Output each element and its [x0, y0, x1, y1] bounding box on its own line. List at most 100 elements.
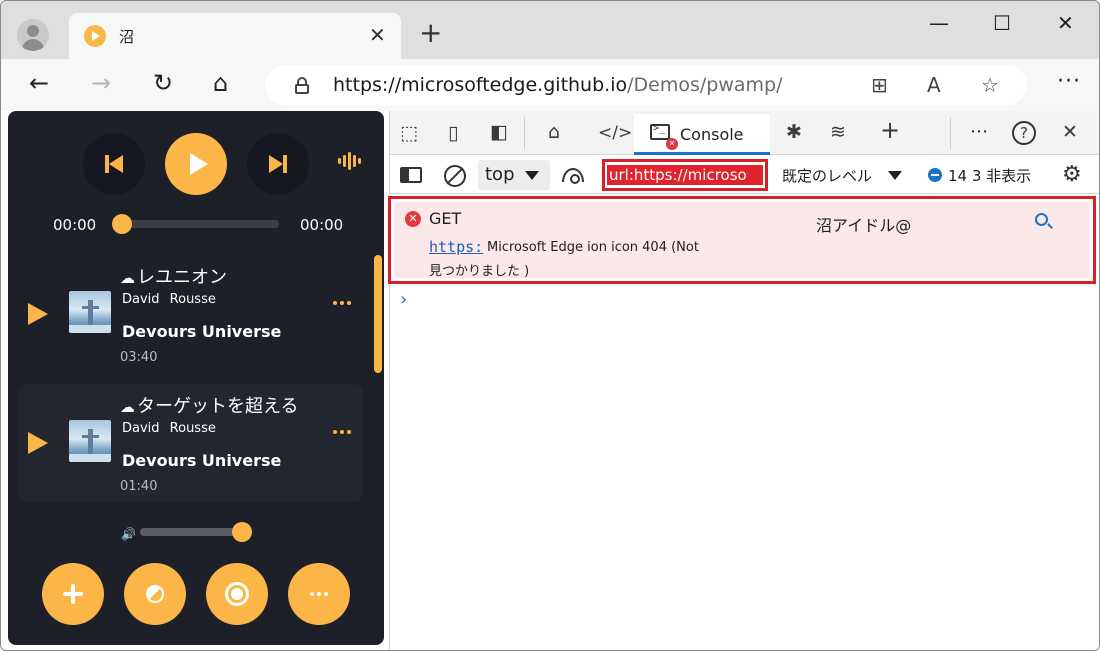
song-artist: David Rousse — [122, 421, 216, 436]
playlist-scrollbar[interactable] — [374, 255, 382, 373]
play-button[interactable] — [165, 133, 227, 195]
issue-counts[interactable]: 14 3 非表示 — [948, 165, 1031, 186]
tab-title: 沼 — [119, 28, 135, 46]
add-tool-icon[interactable]: + — [880, 118, 900, 142]
volume-icon: 🔊 — [121, 527, 136, 541]
contrast-icon — [146, 585, 164, 603]
address-bar[interactable]: https://microsoftedge.github.io/Demos/pw… — [265, 65, 1027, 105]
play-icon — [189, 153, 208, 175]
close-devtools-icon[interactable]: ✕ — [1062, 121, 1078, 143]
favorite-star-icon[interactable]: ☆ — [981, 73, 999, 97]
context-value: top — [485, 164, 515, 185]
more-dots-icon — [310, 592, 328, 596]
error-text-line1: Microsoft Edge ion icon 404 (Not — [487, 240, 699, 255]
previous-button[interactable] — [83, 133, 145, 195]
tab-console[interactable]: ✕ Console — [634, 114, 770, 155]
live-expression-eye-icon[interactable] — [562, 168, 584, 184]
network-wifi-icon[interactable]: ≋ — [830, 121, 846, 143]
device-emulation-icon[interactable]: ▯ — [448, 122, 458, 144]
url-path: /Demos/pwamp/ — [627, 74, 783, 96]
sources-bug-icon[interactable]: ✱ — [786, 121, 802, 143]
volume-slider[interactable] — [140, 528, 244, 536]
message-icon — [928, 168, 942, 182]
next-button[interactable] — [247, 133, 309, 195]
lock-icon[interactable] — [295, 77, 309, 94]
add-songs-button[interactable] — [42, 563, 104, 625]
song-artist: David Rousse — [122, 292, 216, 307]
song-item[interactable]: ☁ レユニオン David Rousse Devours Universe 03:… — [18, 255, 363, 373]
context-selector[interactable]: top — [478, 160, 550, 190]
more-tools-icon[interactable]: ··· — [970, 121, 988, 143]
minimize-button[interactable]: — — [929, 11, 949, 35]
elements-icon[interactable]: </> — [598, 122, 632, 144]
console-settings-gear-icon[interactable]: ⚙ — [1062, 163, 1082, 187]
refresh-button[interactable]: ↻ — [153, 69, 173, 97]
page-content: 00:00 00:00 ☁ レユニオン David Rousse Devours … — [1, 111, 1099, 650]
home-button[interactable]: ⌂ — [213, 69, 228, 97]
console-prompt-icon[interactable]: › — [400, 289, 407, 310]
song-album: Devours Universe — [122, 322, 282, 341]
chevron-down-icon[interactable] — [888, 171, 902, 180]
welcome-home-icon[interactable]: ⌂ — [548, 121, 560, 143]
avatar-head — [27, 25, 39, 37]
help-icon[interactable]: ? — [1012, 121, 1036, 145]
toolbar-divider — [950, 117, 951, 149]
cloud-icon: ☁ — [120, 269, 135, 287]
album-art — [69, 291, 111, 333]
devtools-panel: ⬚ ▯ ◧ ⌂ </> ✕ Console ✱ ≋ + ··· ? ✕ — [388, 111, 1099, 650]
read-aloud-icon[interactable]: A — [927, 73, 941, 97]
maximize-button[interactable]: ☐ — [993, 11, 1011, 35]
previous-icon — [105, 155, 123, 173]
log-levels-dropdown[interactable]: 既定のレベル — [782, 165, 872, 186]
close-window-button[interactable]: ✕ — [1057, 11, 1074, 35]
error-url-link[interactable]: https: — [429, 238, 483, 256]
settings-more-button[interactable]: ··· — [1057, 69, 1081, 94]
forward-button[interactable]: → — [91, 69, 111, 97]
address-toolbar: ← → ↻ ⌂ https://microsoftedge.github.io/… — [1, 59, 1099, 111]
filter-text: url:https://microso — [607, 165, 763, 185]
browser-tab[interactable]: 沼 ✕ — [69, 13, 401, 59]
error-source-link[interactable]: 沼アイドル@ — [816, 212, 911, 236]
song-item[interactable]: ☁ ターゲットを超える David Rousse Devours Universe… — [18, 384, 363, 502]
error-icon: ✕ — [405, 211, 421, 227]
more-options-button[interactable] — [288, 563, 350, 625]
back-button[interactable]: ← — [29, 69, 49, 97]
search-icon[interactable] — [1035, 213, 1048, 226]
console-filter-input[interactable]: url:https://microso — [602, 159, 768, 191]
inspect-element-icon[interactable]: ⬚ — [400, 122, 418, 144]
console-error-message: ✕ GET 沼アイドル@ https: Microsoft Edge ion i… — [388, 196, 1096, 284]
devtools-tab-bar: ⬚ ▯ ◧ ⌂ </> ✕ Console ✱ ≋ + ··· ? ✕ — [390, 111, 1099, 155]
song-more-icon[interactable] — [333, 301, 351, 305]
dock-side-icon[interactable]: ◧ — [490, 121, 508, 143]
cloud-icon: ☁ — [120, 398, 135, 416]
visualizer-icon[interactable] — [338, 152, 361, 170]
song-more-icon[interactable] — [333, 430, 351, 434]
url-text[interactable]: https://microsoftedge.github.io/Demos/pw… — [333, 74, 782, 96]
error-text-line2: 見つかりました ) — [429, 264, 530, 279]
song-play-icon[interactable] — [28, 432, 48, 454]
app-available-icon[interactable]: ⊞ — [871, 73, 888, 97]
console-sidebar-icon[interactable] — [400, 167, 422, 183]
volume-knob[interactable] — [232, 522, 252, 542]
song-album: Devours Universe — [122, 451, 282, 470]
new-tab-button[interactable]: + — [419, 19, 442, 47]
song-duration: 01:40 — [120, 479, 158, 494]
clear-console-icon[interactable] — [444, 165, 466, 187]
tab-close-icon[interactable]: ✕ — [369, 23, 386, 47]
error-badge-icon: ✕ — [666, 138, 678, 150]
song-title: ☁ レユニオン — [120, 267, 227, 288]
record-button[interactable] — [206, 563, 268, 625]
console-toolbar: top url:https://microso 既定のレベル 14 3 非表示 … — [390, 156, 1099, 194]
error-method: GET — [429, 209, 462, 228]
theme-button[interactable] — [124, 563, 186, 625]
progress-knob[interactable] — [112, 214, 132, 234]
progress-track[interactable] — [121, 220, 279, 228]
url-host: https://microsoftedge.github.io — [333, 74, 628, 96]
song-play-icon[interactable] — [28, 303, 48, 325]
toolbar-divider — [524, 117, 525, 149]
album-art — [69, 420, 111, 462]
next-icon — [269, 155, 287, 173]
chevron-down-icon — [525, 171, 539, 180]
record-icon — [225, 582, 249, 606]
profile-avatar[interactable] — [17, 19, 49, 51]
